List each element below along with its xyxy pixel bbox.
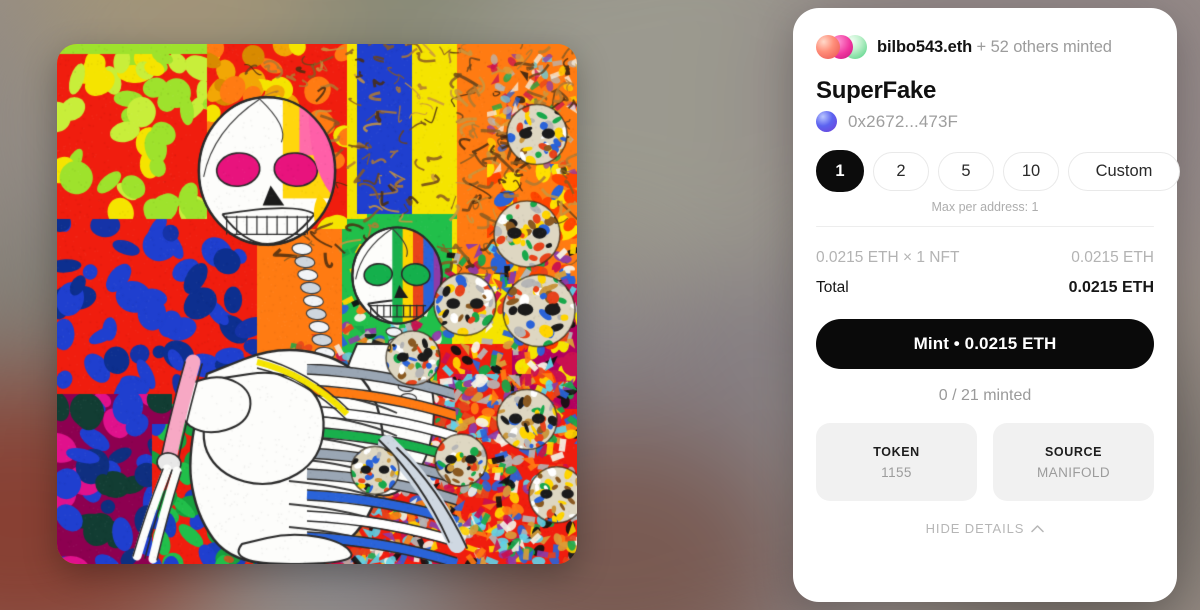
nft-artwork-image xyxy=(57,44,577,564)
minter-avatars xyxy=(816,35,868,59)
max-per-address-note: Max per address: 1 xyxy=(931,200,1039,215)
metadata-row: TOKEN 1155 SOURCE MANIFOLD xyxy=(816,423,1154,502)
avatar-1 xyxy=(816,35,840,59)
quantity-option-1[interactable]: 1 xyxy=(816,150,864,193)
price-line-value: 0.0215 ETH xyxy=(1071,249,1154,267)
metadata-card-token[interactable]: TOKEN 1155 xyxy=(816,423,977,502)
contract-address: 0x2672...473F xyxy=(848,111,958,131)
metadata-key-token: TOKEN xyxy=(873,444,920,459)
metadata-key-source: SOURCE xyxy=(1044,444,1103,459)
contract-row[interactable]: 0x2672...473F xyxy=(816,111,1154,133)
mint-panel: bilbo543.eth + 52 others minted SuperFak… xyxy=(793,8,1180,602)
price-total-value: 0.0215 ETH xyxy=(1068,279,1154,297)
mint-button[interactable]: Mint • 0.0215 ETH xyxy=(816,319,1154,370)
other-minters-count: + 52 others minted xyxy=(972,37,1112,56)
price-line-row: 0.0215 ETH × 1 NFT 0.0215 ETH xyxy=(816,249,1154,267)
quantity-option-2[interactable]: 2 xyxy=(873,151,929,191)
metadata-value-token: 1155 xyxy=(881,464,912,480)
quantity-option-10[interactable]: 10 xyxy=(1003,151,1059,191)
price-total-row: Total 0.0215 ETH xyxy=(816,279,1154,297)
nft-artwork-card[interactable] xyxy=(57,44,577,564)
quantity-option-custom[interactable]: Custom xyxy=(1068,151,1180,191)
quantity-selector[interactable]: 1 2 5 10 Custom xyxy=(816,150,1180,193)
mint-progress-text: 0 / 21 minted xyxy=(938,387,1032,405)
ethereum-orb-icon xyxy=(816,111,837,133)
metadata-card-source[interactable]: SOURCE MANIFOLD xyxy=(993,423,1154,502)
price-line-label: 0.0215 ETH × 1 NFT xyxy=(816,249,960,267)
price-total-label: Total xyxy=(816,279,849,297)
minters-text: bilbo543.eth + 52 others minted xyxy=(877,38,1112,57)
metadata-value-source: MANIFOLD xyxy=(1037,464,1110,480)
section-divider xyxy=(816,226,1154,228)
hide-details-label: HIDE DETAILS xyxy=(925,521,1025,537)
primary-minter-name: bilbo543.eth xyxy=(877,37,973,56)
collection-title: SuperFake xyxy=(816,77,937,104)
chevron-up-icon xyxy=(1031,524,1045,533)
quantity-option-5[interactable]: 5 xyxy=(938,151,994,191)
minters-row[interactable]: bilbo543.eth + 52 others minted xyxy=(816,34,1154,60)
hide-details-toggle[interactable]: HIDE DETAILS xyxy=(816,521,1154,536)
app-stage: bilbo543.eth + 52 others minted SuperFak… xyxy=(0,0,1200,610)
